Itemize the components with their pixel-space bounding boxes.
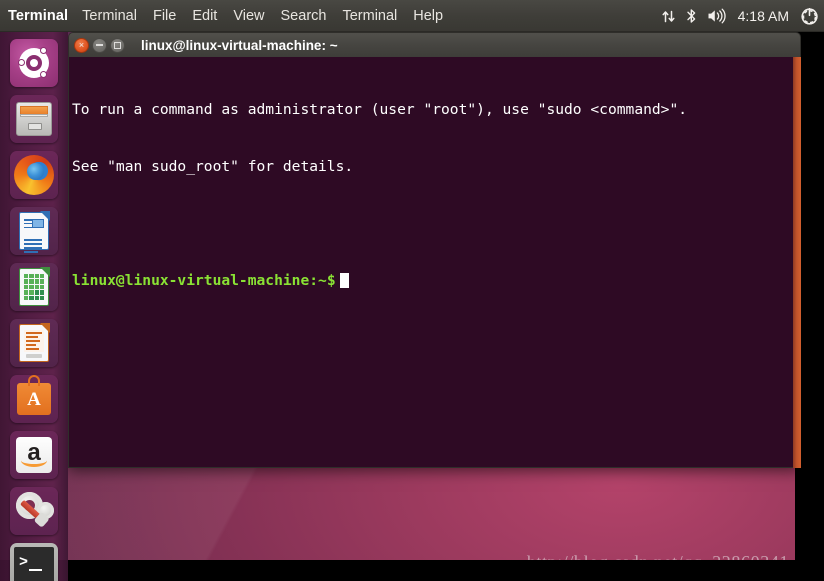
menu-help[interactable]: Help (405, 0, 451, 32)
clock-label[interactable]: 4:18 AM (735, 8, 792, 24)
amazon-icon: a (16, 437, 52, 473)
maximize-button[interactable] (110, 37, 125, 53)
prompt-path: ~ (318, 272, 327, 289)
file-cabinet-icon (16, 102, 52, 136)
impress-presentation-icon (19, 323, 50, 362)
writer-document-icon (19, 211, 50, 253)
panel-indicator-area: 4:18 AM (661, 0, 818, 32)
launcher-item-terminal[interactable] (10, 543, 58, 581)
top-panel: Terminal Terminal File Edit View Search … (0, 0, 824, 32)
launcher-item-amazon[interactable]: a (10, 431, 58, 479)
terminal-output: To run a command as administrator (user … (69, 57, 801, 328)
window-title-label: linux@linux-virtual-machine: ~ (141, 37, 338, 53)
terminal-window: × linux@linux-virtual-machine: ~ To run … (68, 32, 801, 468)
terminal-line-2: See "man sudo_root" for details. (72, 158, 354, 175)
menu-terminal-2[interactable]: Terminal (334, 0, 405, 32)
menu-terminal[interactable]: Terminal (74, 0, 145, 32)
launcher-item-files[interactable] (10, 95, 58, 143)
minimize-icon (93, 39, 106, 52)
launcher-item-libreoffice-calc[interactable] (10, 263, 58, 311)
ubuntu-desktop: Terminal Terminal File Edit View Search … (0, 0, 824, 581)
ubuntu-logo-icon (18, 47, 49, 78)
minimize-button[interactable] (92, 37, 107, 53)
launcher-item-system-settings[interactable] (10, 487, 58, 535)
terminal-scrollbar[interactable] (793, 57, 801, 468)
power-gear-icon[interactable] (801, 0, 818, 32)
prompt-user-host: linux@linux-virtual-machine (72, 272, 310, 289)
maximize-icon (111, 39, 124, 52)
launcher-item-ubuntu-software[interactable]: A (10, 375, 58, 423)
bluetooth-icon[interactable] (685, 0, 698, 32)
menu-search[interactable]: Search (273, 0, 335, 32)
panel-menu-area: Terminal Terminal File Edit View Search … (0, 0, 451, 32)
network-icon[interactable] (661, 0, 676, 32)
screen-edge-right (801, 32, 824, 581)
gear-wrench-icon (13, 490, 55, 532)
launcher-item-firefox[interactable] (10, 151, 58, 199)
menu-file[interactable]: File (145, 0, 184, 32)
prompt-separator: : (309, 272, 319, 289)
unity-launcher: A a (0, 32, 68, 581)
launcher-item-libreoffice-impress[interactable] (10, 319, 58, 367)
software-bag-icon: A (17, 375, 51, 415)
menu-view[interactable]: View (225, 0, 272, 32)
close-icon: × (78, 39, 85, 50)
launcher-item-dash-home[interactable] (10, 39, 58, 87)
text-cursor (339, 273, 349, 288)
terminal-line-1: To run a command as administrator (user … (72, 101, 688, 118)
terminal-titlebar[interactable]: × linux@linux-virtual-machine: ~ (68, 32, 801, 57)
prompt-symbol: $ (326, 272, 336, 289)
app-name-label: Terminal (8, 7, 69, 24)
close-button[interactable]: × (74, 37, 89, 53)
volume-icon[interactable] (707, 0, 726, 32)
firefox-icon (14, 155, 54, 195)
screen-edge-bottom (68, 560, 824, 581)
calc-spreadsheet-icon (19, 267, 50, 306)
terminal-content-area[interactable]: To run a command as administrator (user … (68, 57, 801, 468)
terminal-prompt-line: linux@linux-virtual-machine:~$ (72, 271, 801, 290)
launcher-item-libreoffice-writer[interactable] (10, 207, 58, 255)
menu-edit[interactable]: Edit (184, 0, 225, 32)
terminal-icon (14, 547, 54, 581)
